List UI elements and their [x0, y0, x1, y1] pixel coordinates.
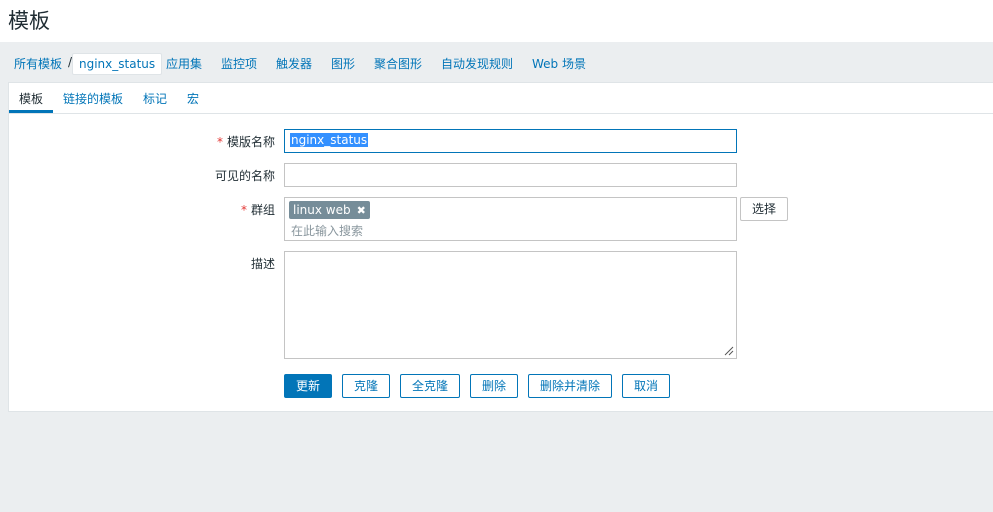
required-marker: * [216, 135, 223, 149]
nav-triggers[interactable]: 触发器 [276, 55, 312, 72]
breadcrumb-all-templates[interactable]: 所有模板 [14, 55, 62, 72]
template-name-value: nginx_status [290, 133, 369, 147]
nav-items[interactable]: 监控项 [221, 55, 257, 72]
required-marker: * [240, 203, 247, 217]
groups-search-placeholder[interactable]: 在此输入搜索 [291, 222, 363, 239]
template-name-input[interactable]: nginx_status [284, 129, 737, 153]
visible-name-label: 可见的名称 [214, 169, 275, 183]
delete-and-clear-button[interactable]: 删除并清除 [528, 374, 612, 398]
cancel-button[interactable]: 取消 [622, 374, 670, 398]
close-icon[interactable]: ✖ [357, 204, 366, 217]
tab-tags[interactable]: 标记 [143, 90, 167, 107]
nav-web-scenarios[interactable]: Web 场景 [532, 55, 586, 72]
page-title: 模板 [8, 9, 50, 33]
description-label: 描述 [250, 257, 275, 271]
active-tab-indicator [9, 110, 53, 113]
tab-linked-templates[interactable]: 链接的模板 [63, 90, 123, 107]
nav-applications[interactable]: 应用集 [166, 55, 202, 72]
resize-grip-icon[interactable] [724, 346, 734, 356]
delete-button[interactable]: 删除 [470, 374, 518, 398]
nav-screens[interactable]: 聚合图形 [374, 55, 422, 72]
groups-select-button[interactable]: 选择 [740, 197, 788, 221]
clone-button[interactable]: 克隆 [342, 374, 390, 398]
group-tag: linux web ✖ [289, 201, 370, 219]
page-header: 模板 [0, 0, 993, 42]
visible-name-input[interactable] [284, 163, 737, 187]
groups-label: * 群组 [240, 203, 275, 217]
nav-discovery-rules[interactable]: 自动发现规则 [441, 55, 513, 72]
breadcrumb-current-template[interactable]: nginx_status [72, 53, 163, 75]
tab-template[interactable]: 模板 [19, 90, 43, 107]
group-tag-label: linux web [293, 203, 351, 217]
template-name-label: * 模版名称 [216, 135, 275, 149]
form-panel: 模板 链接的模板 标记 宏 * 模版名称 nginx_status 可见的名称 *… [8, 82, 993, 412]
tab-macros[interactable]: 宏 [187, 90, 199, 107]
update-button[interactable]: 更新 [284, 374, 332, 398]
full-clone-button[interactable]: 全克隆 [400, 374, 460, 398]
tab-bar: 模板 链接的模板 标记 宏 [9, 83, 993, 114]
groups-multiselect[interactable]: linux web ✖ 在此输入搜索 [284, 197, 737, 241]
nav-graphs[interactable]: 图形 [331, 55, 355, 72]
description-textarea[interactable] [284, 251, 737, 359]
